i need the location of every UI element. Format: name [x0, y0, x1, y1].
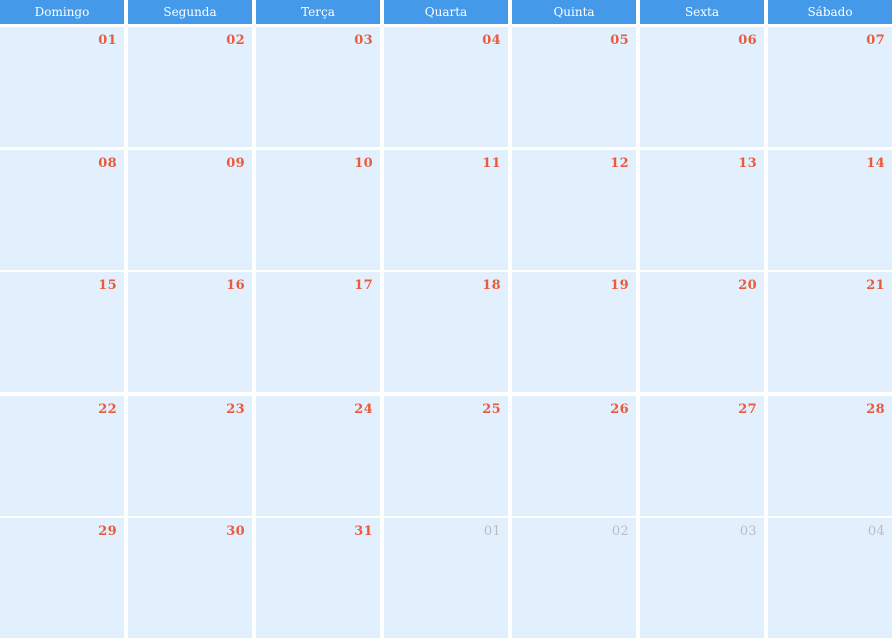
weekday-header-wednesday: Quarta	[384, 0, 508, 24]
day-number: 07	[866, 33, 885, 48]
day-number: 22	[98, 402, 117, 417]
weekday-header-row: Domingo Segunda Terça Quarta Quinta Sext…	[0, 0, 892, 24]
calendar-day-cell-other-month[interactable]: 01	[384, 518, 508, 638]
calendar-day-cell[interactable]: 30	[128, 518, 252, 638]
day-number: 24	[354, 402, 373, 417]
day-number: 11	[482, 156, 501, 171]
calendar-day-cell[interactable]: 26	[512, 396, 636, 516]
day-number: 16	[226, 278, 245, 293]
calendar-day-cell[interactable]: 16	[128, 272, 252, 392]
calendar-day-cell[interactable]: 07	[768, 27, 892, 147]
day-number: 12	[610, 156, 629, 171]
day-number: 17	[354, 278, 373, 293]
day-number: 19	[610, 278, 629, 293]
day-number: 06	[738, 33, 757, 48]
calendar-day-cell[interactable]: 10	[256, 150, 380, 270]
day-number: 01	[483, 524, 501, 539]
day-number: 23	[226, 402, 245, 417]
day-number: 15	[98, 278, 117, 293]
day-number: 29	[98, 524, 117, 539]
day-number: 01	[98, 33, 117, 48]
day-number: 30	[226, 524, 245, 539]
weekday-header-sunday: Domingo	[0, 0, 124, 24]
calendar-day-cell[interactable]: 06	[640, 27, 764, 147]
day-number: 10	[354, 156, 373, 171]
day-number: 26	[610, 402, 629, 417]
calendar-week-row: 29 30 31 01 02 03 04	[0, 518, 892, 638]
day-number: 08	[98, 156, 117, 171]
day-number: 04	[482, 33, 501, 48]
day-number: 20	[738, 278, 757, 293]
day-number: 31	[354, 524, 373, 539]
calendar-week-row: 08 09 10 11 12 13 14	[0, 150, 892, 270]
calendar-day-cell[interactable]: 29	[0, 518, 124, 638]
calendar-day-cell[interactable]: 19	[512, 272, 636, 392]
calendar-day-cell[interactable]: 23	[128, 396, 252, 516]
calendar-day-cell[interactable]: 08	[0, 150, 124, 270]
calendar-day-cell[interactable]: 31	[256, 518, 380, 638]
day-number: 04	[867, 524, 885, 539]
day-number: 28	[866, 402, 885, 417]
calendar-day-cell[interactable]: 25	[384, 396, 508, 516]
day-number: 02	[611, 524, 629, 539]
calendar-day-cell[interactable]: 03	[256, 27, 380, 147]
calendar-day-cell[interactable]: 01	[0, 27, 124, 147]
calendar-day-cell-other-month[interactable]: 03	[640, 518, 764, 638]
calendar-day-cell[interactable]: 05	[512, 27, 636, 147]
calendar-day-cell[interactable]: 11	[384, 150, 508, 270]
calendar-day-cell-other-month[interactable]: 02	[512, 518, 636, 638]
calendar-day-cell[interactable]: 12	[512, 150, 636, 270]
calendar-day-cell-other-month[interactable]: 04	[768, 518, 892, 638]
day-number: 03	[739, 524, 757, 539]
calendar-day-cell[interactable]: 20	[640, 272, 764, 392]
month-calendar: Domingo Segunda Terça Quarta Quinta Sext…	[0, 0, 892, 639]
calendar-day-cell[interactable]: 04	[384, 27, 508, 147]
calendar-day-cell[interactable]: 13	[640, 150, 764, 270]
calendar-day-cell[interactable]: 28	[768, 396, 892, 516]
weekday-header-thursday: Quinta	[512, 0, 636, 24]
weekday-header-friday: Sexta	[640, 0, 764, 24]
calendar-week-row: 01 02 03 04 05 06 07	[0, 27, 892, 147]
calendar-day-cell[interactable]: 15	[0, 272, 124, 392]
day-number: 14	[866, 156, 885, 171]
calendar-day-cell[interactable]: 09	[128, 150, 252, 270]
day-number: 21	[866, 278, 885, 293]
weekday-header-monday: Segunda	[128, 0, 252, 24]
calendar-week-row: 22 23 24 25 26 27 28	[0, 396, 892, 516]
calendar-day-cell[interactable]: 21	[768, 272, 892, 392]
calendar-week-row: 15 16 17 18 19 20 21	[0, 272, 892, 392]
calendar-day-cell[interactable]: 27	[640, 396, 764, 516]
day-number: 05	[610, 33, 629, 48]
day-number: 27	[738, 402, 757, 417]
weekday-header-saturday: Sábado	[768, 0, 892, 24]
day-number: 03	[354, 33, 373, 48]
calendar-day-cell[interactable]: 24	[256, 396, 380, 516]
weekday-header-tuesday: Terça	[256, 0, 380, 24]
calendar-day-cell[interactable]: 17	[256, 272, 380, 392]
calendar-day-cell[interactable]: 14	[768, 150, 892, 270]
day-number: 09	[226, 156, 245, 171]
day-number: 25	[482, 402, 501, 417]
day-number: 18	[482, 278, 501, 293]
calendar-day-cell[interactable]: 02	[128, 27, 252, 147]
day-number: 13	[738, 156, 757, 171]
day-number: 02	[226, 33, 245, 48]
calendar-day-cell[interactable]: 18	[384, 272, 508, 392]
calendar-day-cell[interactable]: 22	[0, 396, 124, 516]
